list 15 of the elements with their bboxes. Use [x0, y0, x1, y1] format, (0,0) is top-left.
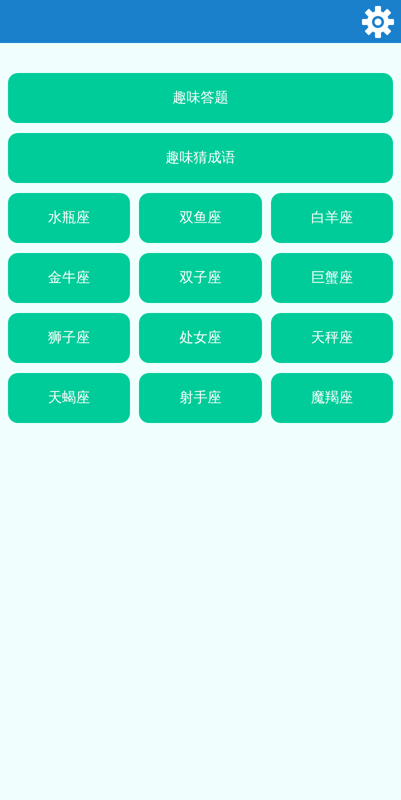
menu-button[interactable]: 天蝎座: [8, 373, 130, 423]
menu-button[interactable]: 魔羯座: [270, 373, 393, 423]
menu-button[interactable]: 趣味答题: [8, 73, 393, 123]
menu-button[interactable]: 双子座: [139, 253, 262, 303]
settings-icon[interactable]: [361, 4, 395, 38]
menu-button[interactable]: 双鱼座: [139, 193, 262, 243]
menu-button[interactable]: 处女座: [139, 313, 262, 363]
menu-button[interactable]: 射手座: [139, 373, 262, 423]
menu-button[interactable]: 金牛座: [8, 253, 130, 303]
menu-button[interactable]: 狮子座: [8, 313, 130, 363]
menu-button[interactable]: 天秤座: [270, 313, 393, 363]
menu-button[interactable]: 趣味猜成语: [8, 133, 393, 183]
menu-button[interactable]: 巨蟹座: [270, 253, 393, 303]
menu-button[interactable]: 白羊座: [270, 193, 393, 243]
menu-button[interactable]: 水瓶座: [8, 193, 130, 243]
